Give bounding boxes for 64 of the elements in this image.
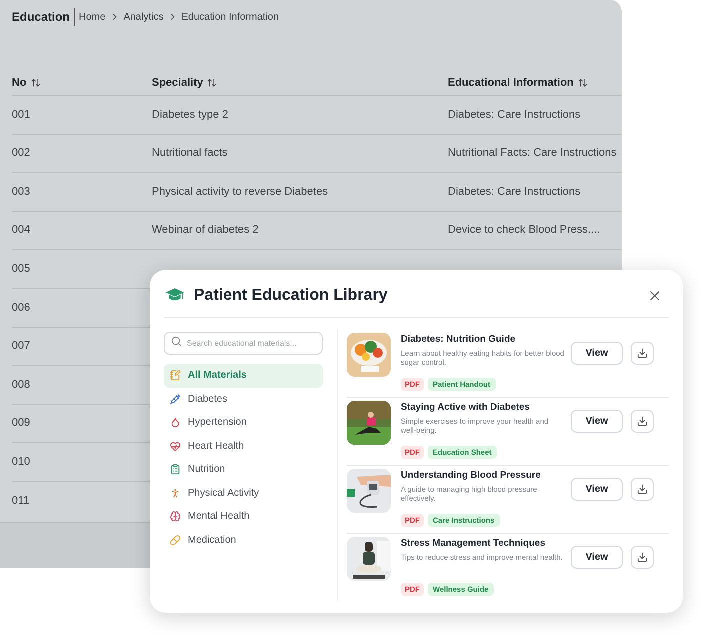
- view-button[interactable]: View: [571, 342, 623, 365]
- download-icon: [637, 348, 648, 359]
- download-icon: [637, 416, 648, 427]
- pill-icon: [170, 534, 181, 546]
- drop-icon: [170, 417, 181, 428]
- table-cell: 007: [12, 340, 30, 352]
- category-item[interactable]: Physical Activity: [164, 482, 323, 505]
- table-cell: 009: [12, 417, 30, 430]
- table-cell: 004: [12, 224, 30, 236]
- table-cell: 008: [12, 378, 30, 391]
- person-icon: [170, 488, 181, 499]
- table-cell: Diabetes: Care Instructions: [448, 108, 581, 121]
- download-button[interactable]: [631, 342, 654, 365]
- table-cell: 003: [12, 186, 30, 198]
- table-cell: 001: [12, 108, 30, 121]
- category-item[interactable]: Medication: [164, 528, 323, 552]
- breadcrumb-link[interactable]: Education Information: [182, 10, 279, 24]
- sort-icon[interactable]: [30, 78, 41, 88]
- heart-icon: [170, 440, 181, 452]
- category-item[interactable]: All Materials: [164, 364, 323, 388]
- category-item[interactable]: Hypertension: [164, 411, 323, 434]
- download-icon: [637, 484, 648, 495]
- table-cell: Physical activity to reverse Diabetes: [152, 186, 328, 198]
- table-cell: Webinar of diabetes 2: [152, 224, 259, 236]
- material-title: Staying Active with Diabetes: [401, 401, 531, 415]
- table-cell: Nutritional facts: [152, 147, 228, 160]
- category-item[interactable]: Diabetes: [164, 388, 323, 411]
- table-cell: Diabetes type 2: [152, 108, 228, 121]
- table-cell: Nutritional Facts: Care Instructions: [448, 147, 617, 160]
- category-item[interactable]: Nutrition: [164, 458, 323, 482]
- column-header[interactable]: Educational Information: [448, 74, 574, 92]
- table-cell: 006: [12, 302, 30, 314]
- sort-icon[interactable]: [207, 78, 218, 88]
- table-cell: 002: [12, 147, 30, 160]
- table-cell: 011: [12, 494, 30, 507]
- download-button[interactable]: [631, 410, 654, 433]
- page-title: Education: [12, 8, 76, 26]
- notepad-icon: [170, 370, 181, 382]
- table-cell: 005: [12, 262, 30, 275]
- search-field[interactable]: Search educational materials...: [164, 332, 323, 355]
- breadcrumb-link[interactable]: Analytics: [124, 10, 164, 24]
- material-title: Diabetes: Nutrition Guide: [401, 333, 517, 347]
- sort-icon[interactable]: [578, 78, 588, 88]
- table-cell: 010: [12, 456, 30, 468]
- column-header[interactable]: Speciality: [152, 74, 204, 92]
- syringe-icon: [170, 394, 181, 405]
- download-button[interactable]: [631, 546, 654, 569]
- view-button[interactable]: View: [571, 410, 623, 433]
- category-item[interactable]: Mental Health: [164, 505, 323, 528]
- download-icon: [637, 552, 648, 563]
- table-cell: Device to check Blood Press....: [448, 224, 600, 236]
- category-item[interactable]: Heart Health: [164, 434, 323, 458]
- clipboard-icon: [170, 464, 181, 476]
- material-title: Stress Management Techniques: [401, 537, 546, 551]
- view-button[interactable]: View: [571, 478, 623, 501]
- table-cell: Diabetes: Care Instructions: [448, 186, 581, 198]
- download-button[interactable]: [631, 478, 654, 501]
- material-title: Understanding Blood Pressure: [401, 469, 542, 483]
- view-button[interactable]: View: [571, 546, 623, 569]
- column-header[interactable]: No: [12, 74, 27, 92]
- brain-icon: [170, 511, 181, 522]
- dialog-title: Patient Education Library: [194, 286, 388, 306]
- breadcrumb-link[interactable]: Home: [79, 10, 106, 24]
- search-icon: [171, 336, 182, 347]
